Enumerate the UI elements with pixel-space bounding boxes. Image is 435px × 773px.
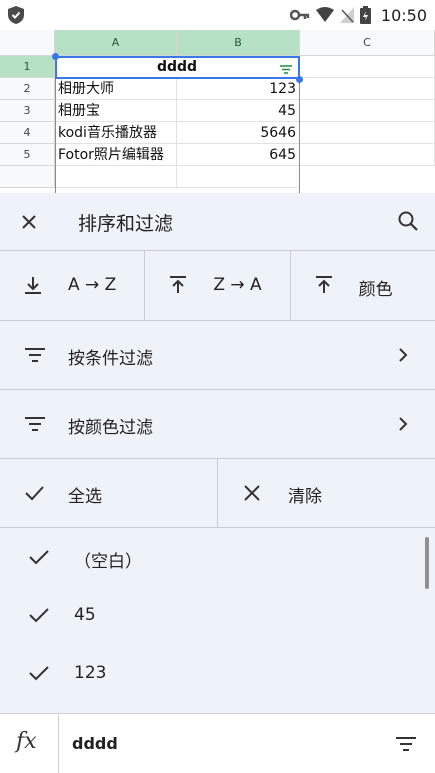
sort-z-to-a-label: Z → A <box>213 275 262 295</box>
column-header-c[interactable]: C <box>300 30 435 56</box>
filter-icon[interactable] <box>280 65 292 74</box>
clear-label: 清除 <box>288 487 322 507</box>
filter-value-label: 45 <box>74 605 96 625</box>
battery-icon <box>359 6 371 24</box>
cell-a6[interactable] <box>55 166 177 188</box>
filter-by-condition-item[interactable]: 按条件过滤 <box>0 321 435 390</box>
cell-c1[interactable] <box>300 56 435 78</box>
cell-b4[interactable]: 5646 <box>177 122 300 144</box>
cell-c5[interactable] <box>300 144 435 166</box>
cell-c3[interactable] <box>300 100 435 122</box>
formula-divider <box>58 714 59 773</box>
filter-icon <box>25 348 45 362</box>
filter-icon <box>25 417 45 431</box>
column-header-a[interactable]: A <box>55 30 177 56</box>
status-bar: 10:50 <box>0 0 435 30</box>
cell-a5[interactable]: Fotor照片编辑器 <box>55 144 177 166</box>
filter-icon[interactable] <box>395 736 417 752</box>
sort-filter-panel: 排序和过滤 A → Z Z → A 颜色 按条件过滤 按颜色过滤 全选 清除 （… <box>0 193 435 713</box>
check-icon <box>29 608 49 623</box>
row-header-4[interactable]: 4 <box>0 122 55 144</box>
chevron-right-icon <box>399 417 408 431</box>
column-header-b[interactable]: B <box>177 30 300 56</box>
sort-by-color-label: 颜色 <box>358 280 393 300</box>
check-icon <box>25 486 44 501</box>
selection-handle-start[interactable] <box>52 53 59 60</box>
cell-a4[interactable]: kodi音乐播放器 <box>55 122 177 144</box>
key-icon <box>289 9 310 21</box>
function-icon[interactable]: fx <box>16 729 37 754</box>
filter-value-item[interactable]: （空白） <box>0 529 420 587</box>
cell-b6[interactable] <box>177 166 300 188</box>
check-icon <box>29 550 49 565</box>
clear-button[interactable]: 清除 <box>218 459 435 528</box>
selection-handle-end[interactable] <box>296 76 303 83</box>
row-header-6[interactable] <box>0 166 55 188</box>
filter-value-label: （空白） <box>74 552 142 572</box>
chevron-right-icon <box>399 348 408 362</box>
filter-by-color-item[interactable]: 按颜色过滤 <box>0 390 435 459</box>
filter-value-item[interactable]: 123 <box>0 645 420 703</box>
cell-c2[interactable] <box>300 78 435 100</box>
cell-c4[interactable] <box>300 122 435 144</box>
formula-bar: fx dddd <box>0 713 435 773</box>
sort-a-to-z-button[interactable]: A → Z <box>0 251 146 320</box>
scrollbar-thumb[interactable] <box>425 537 429 589</box>
filter-value-label: 123 <box>74 663 107 683</box>
cell-a3[interactable]: 相册宝 <box>55 100 177 122</box>
close-icon[interactable] <box>18 211 40 233</box>
search-icon[interactable] <box>397 210 419 232</box>
row-header-2[interactable]: 2 <box>0 78 55 100</box>
row-header-1[interactable]: 1 <box>0 56 55 78</box>
cell-a2[interactable]: 相册大师 <box>55 78 177 100</box>
filter-by-color-label: 按颜色过滤 <box>68 418 153 438</box>
filter-values-list[interactable]: （空白） 45 123 <box>0 529 435 713</box>
filter-by-condition-label: 按条件过滤 <box>68 349 153 369</box>
sort-z-to-a-button[interactable]: Z → A <box>145 251 291 320</box>
cell-b3[interactable]: 45 <box>177 100 300 122</box>
cell-b5[interactable]: 645 <box>177 144 300 166</box>
select-all-label: 全选 <box>68 487 102 507</box>
clock: 10:50 <box>380 5 427 25</box>
close-icon <box>244 485 260 501</box>
check-icon <box>29 666 49 681</box>
row-header-5[interactable]: 5 <box>0 144 55 166</box>
sort-ascending-icon <box>25 277 41 294</box>
select-all-button[interactable]: 全选 <box>0 459 218 528</box>
no-signal-icon <box>339 7 354 23</box>
cell-b2[interactable]: 123 <box>177 78 300 100</box>
select-all-corner[interactable] <box>0 30 55 56</box>
wifi-icon <box>315 7 334 22</box>
cell-a1[interactable]: dddd <box>55 56 300 78</box>
panel-title: 排序和过滤 <box>78 213 174 235</box>
sort-by-color-button[interactable]: 颜色 <box>291 251 435 320</box>
spreadsheet-grid[interactable]: A B C 1 dddd 2 相册大师 123 3 相册宝 45 4 kodi音… <box>0 30 435 193</box>
formula-input[interactable]: dddd <box>72 734 118 753</box>
panel-header: 排序和过滤 <box>0 193 435 251</box>
row-header-3[interactable]: 3 <box>0 100 55 122</box>
sort-descending-icon <box>170 276 187 293</box>
shield-icon <box>8 6 24 24</box>
sort-options: A → Z Z → A 颜色 <box>0 251 435 321</box>
sort-a-to-z-label: A → Z <box>68 275 117 295</box>
sort-color-icon <box>315 276 332 293</box>
select-actions: 全选 清除 <box>0 459 435 528</box>
filter-value-item[interactable]: 45 <box>0 587 420 645</box>
